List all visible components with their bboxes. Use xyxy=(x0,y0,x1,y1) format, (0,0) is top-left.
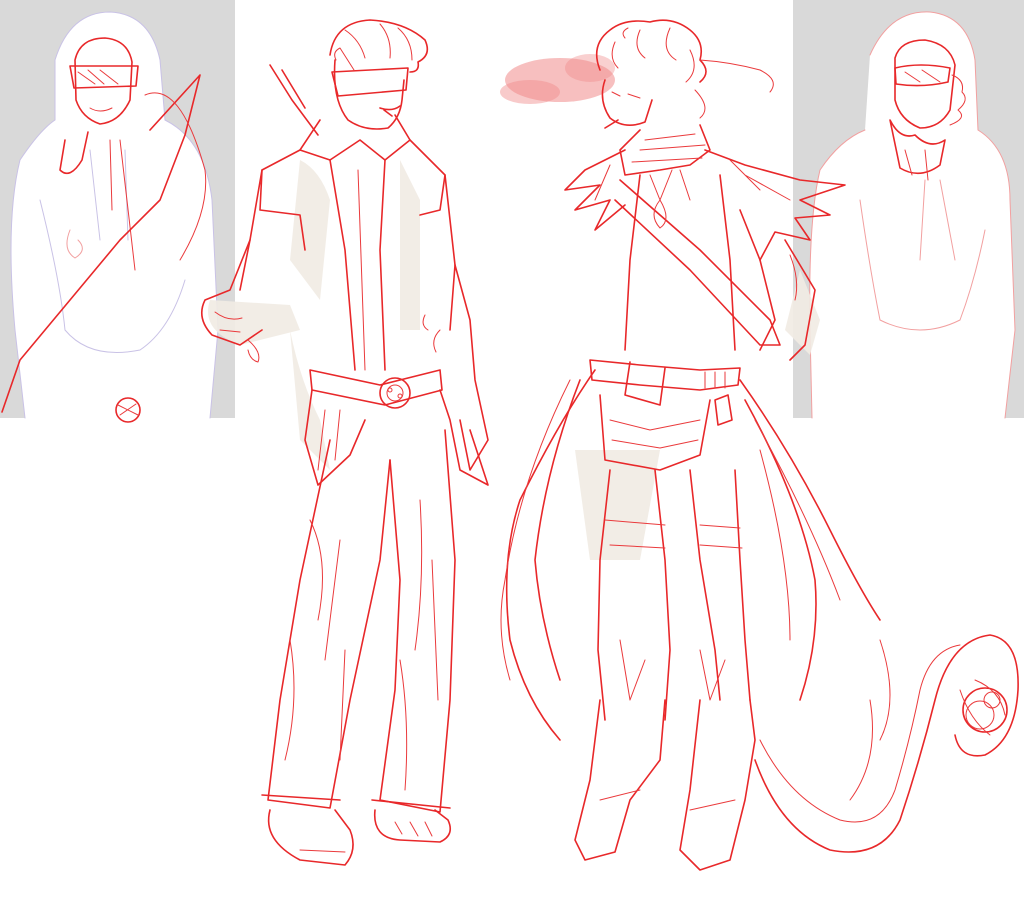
figure-left-goggles xyxy=(200,19,489,866)
reference-figure-right xyxy=(809,11,1016,419)
drawing-canvas xyxy=(0,0,1024,898)
sketch-layer xyxy=(1,11,1019,871)
reference-figure-left xyxy=(1,11,219,423)
